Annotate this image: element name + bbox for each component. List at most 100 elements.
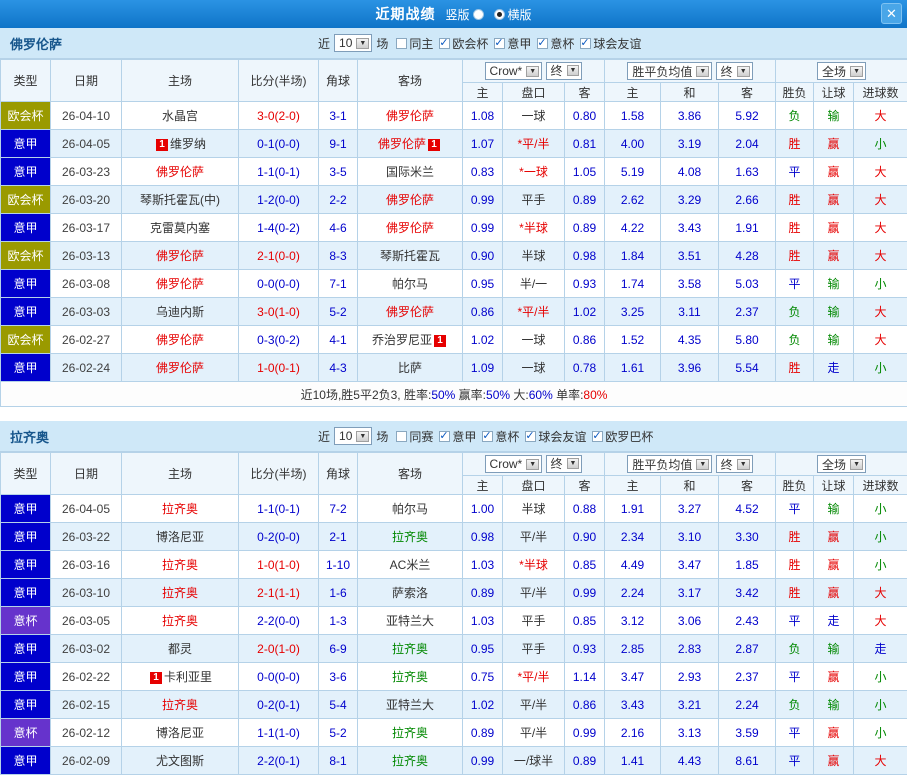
summary-segment: 50% <box>431 388 455 402</box>
scope-select[interactable]: 全场 ▼ <box>817 62 866 80</box>
avg-stage-select[interactable]: 终 ▼ <box>716 62 753 80</box>
handicap-odds-away: 0.99 <box>565 579 605 607</box>
filter-checkbox-球会友谊[interactable]: 球会友谊 <box>525 428 586 445</box>
layout-radio-horizontal[interactable]: 横版 <box>494 6 532 23</box>
record-summary-row: 近10场,胜5平2负3, 胜率:50% 赢率:50% 大:60% 单率:80% <box>1 382 907 407</box>
match-count-select[interactable]: 10 ▼ <box>334 427 372 445</box>
filter-bar: 近 10 ▼ 场 同主欧会杯意甲意杯球会友谊 <box>318 34 641 52</box>
match-row: 意甲26-03-10拉齐奥2-1(1-1)1-6萨索洛0.89平/半0.992.… <box>1 579 907 607</box>
filter-checkbox-球会友谊[interactable]: 球会友谊 <box>580 35 641 52</box>
checkbox-icon[interactable] <box>439 431 450 442</box>
handicap-result: 赢 <box>814 551 854 579</box>
scope-select[interactable]: 全场 ▼ <box>817 455 866 473</box>
home-team-cell: 拉齐奥 <box>122 607 239 635</box>
odds-stage-select[interactable]: 终 ▼ <box>546 62 583 80</box>
checkbox-icon[interactable] <box>396 431 407 442</box>
checkbox-icon[interactable] <box>439 38 450 49</box>
handicap-result: 赢 <box>814 214 854 242</box>
filter-checkbox-意杯[interactable]: 意杯 <box>482 428 519 445</box>
filter-checkbox-欧罗巴杯[interactable]: 欧罗巴杯 <box>592 428 653 445</box>
summary-segment: 60% <box>529 388 553 402</box>
matches-table-fiorentina: 类型 日期 主场 比分(半场) 角球 客场 Crow* ▼ 终 ▼ 胜平负均值 … <box>0 59 907 407</box>
filter-checkbox-同赛[interactable]: 同赛 <box>396 428 433 445</box>
handicap-result: 赢 <box>814 719 854 747</box>
team-label: 卡利亚里 <box>164 670 212 684</box>
summary-segment: 80% <box>583 388 607 402</box>
chevron-down-icon: ▼ <box>737 459 750 470</box>
result-wdl: 负 <box>776 102 814 130</box>
odds-stage-value: 终 <box>551 455 563 472</box>
team-label: 拉齐奥 <box>392 530 428 544</box>
col-header-score: 比分(半场) <box>239 60 319 102</box>
col-header-avg-home: 主 <box>605 83 661 102</box>
handicap-odds-home: 0.98 <box>463 523 503 551</box>
chevron-down-icon: ▼ <box>526 459 539 470</box>
handicap-line: 平手 <box>503 635 565 663</box>
close-button[interactable]: ✕ <box>881 3 902 24</box>
bookmaker-select[interactable]: Crow* ▼ <box>485 62 543 80</box>
filter-checkbox-意甲[interactable]: 意甲 <box>439 428 476 445</box>
page-title: 近期战绩 <box>375 4 435 24</box>
checkbox-icon[interactable] <box>494 38 505 49</box>
goals-result: 大 <box>854 326 907 354</box>
handicap-odds-away: 0.93 <box>565 635 605 663</box>
col-header-avg-away: 客 <box>719 476 776 495</box>
handicap-line: 一球 <box>503 326 565 354</box>
handicap-odds-home: 0.83 <box>463 158 503 186</box>
checkbox-icon[interactable] <box>482 431 493 442</box>
handicap-odds-away: 0.89 <box>565 214 605 242</box>
match-row: 意甲26-03-03乌迪内斯3-0(1-0)5-2佛罗伦萨0.86*平/半1.0… <box>1 298 907 326</box>
avg-odds-home: 1.74 <box>605 270 661 298</box>
avg-odds-draw: 3.43 <box>661 214 719 242</box>
handicap-result: 赢 <box>814 186 854 214</box>
home-team-cell: 博洛尼亚 <box>122 719 239 747</box>
away-team-cell: 比萨 <box>358 354 463 382</box>
red-card-badge: 1 <box>434 335 446 347</box>
avg-type-select[interactable]: 胜平负均值 ▼ <box>627 62 712 80</box>
goals-result: 走 <box>854 635 907 663</box>
col-header-goals: 进球数 <box>854 83 907 102</box>
match-score: 1-0(0-1) <box>239 354 319 382</box>
radio-icon[interactable] <box>494 9 505 20</box>
odds-stage-value: 终 <box>551 62 563 79</box>
match-row: 意甲26-03-02都灵2-0(1-0)6-9拉齐奥0.95平手0.932.85… <box>1 635 907 663</box>
filter-checkbox-同主[interactable]: 同主 <box>396 35 433 52</box>
checkbox-icon[interactable] <box>525 431 536 442</box>
match-type-badge: 意甲 <box>1 495 51 523</box>
result-wdl: 平 <box>776 747 814 775</box>
handicap-odds-away: 0.85 <box>565 551 605 579</box>
chevron-down-icon: ▼ <box>356 38 369 49</box>
corner-score: 3-6 <box>319 663 358 691</box>
match-date: 26-03-13 <box>51 242 122 270</box>
avg-odds-home: 3.12 <box>605 607 661 635</box>
layout-radio-vertical[interactable]: 竖版 <box>445 6 483 23</box>
col-header-away: 客场 <box>358 453 463 495</box>
team-label: 琴斯托霍瓦 <box>380 249 440 263</box>
bookmaker-select[interactable]: Crow* ▼ <box>485 455 543 473</box>
avg-stage-select[interactable]: 终 ▼ <box>716 455 753 473</box>
handicap-line: *半球 <box>503 214 565 242</box>
filter-checkbox-意杯[interactable]: 意杯 <box>537 35 574 52</box>
checkbox-icon[interactable] <box>537 38 548 49</box>
match-count-select[interactable]: 10 ▼ <box>334 34 372 52</box>
team-label: 萨索洛 <box>392 586 428 600</box>
team-name: 拉齐奥 <box>0 427 318 446</box>
avg-odds-home: 2.85 <box>605 635 661 663</box>
checkbox-icon[interactable] <box>592 431 603 442</box>
checkbox-icon[interactable] <box>396 38 407 49</box>
match-date: 26-02-27 <box>51 326 122 354</box>
radio-icon[interactable] <box>473 9 484 20</box>
checkbox-icon[interactable] <box>580 38 591 49</box>
match-row: 意甲26-03-17克雷莫内塞1-4(0-2)4-6佛罗伦萨0.99*半球0.8… <box>1 214 907 242</box>
team-label: 佛罗伦萨 <box>378 137 426 151</box>
match-date: 26-03-08 <box>51 270 122 298</box>
odds-stage-select[interactable]: 终 ▼ <box>546 455 583 473</box>
handicap-odds-home: 0.90 <box>463 242 503 270</box>
home-team-cell: 琴斯托霍瓦(中) <box>122 186 239 214</box>
corner-score: 4-1 <box>319 326 358 354</box>
filter-checkbox-意甲[interactable]: 意甲 <box>494 35 531 52</box>
avg-type-select[interactable]: 胜平负均值 ▼ <box>627 455 712 473</box>
match-type-badge: 意甲 <box>1 579 51 607</box>
filter-checkbox-欧会杯[interactable]: 欧会杯 <box>439 35 488 52</box>
handicap-odds-home: 1.07 <box>463 130 503 158</box>
